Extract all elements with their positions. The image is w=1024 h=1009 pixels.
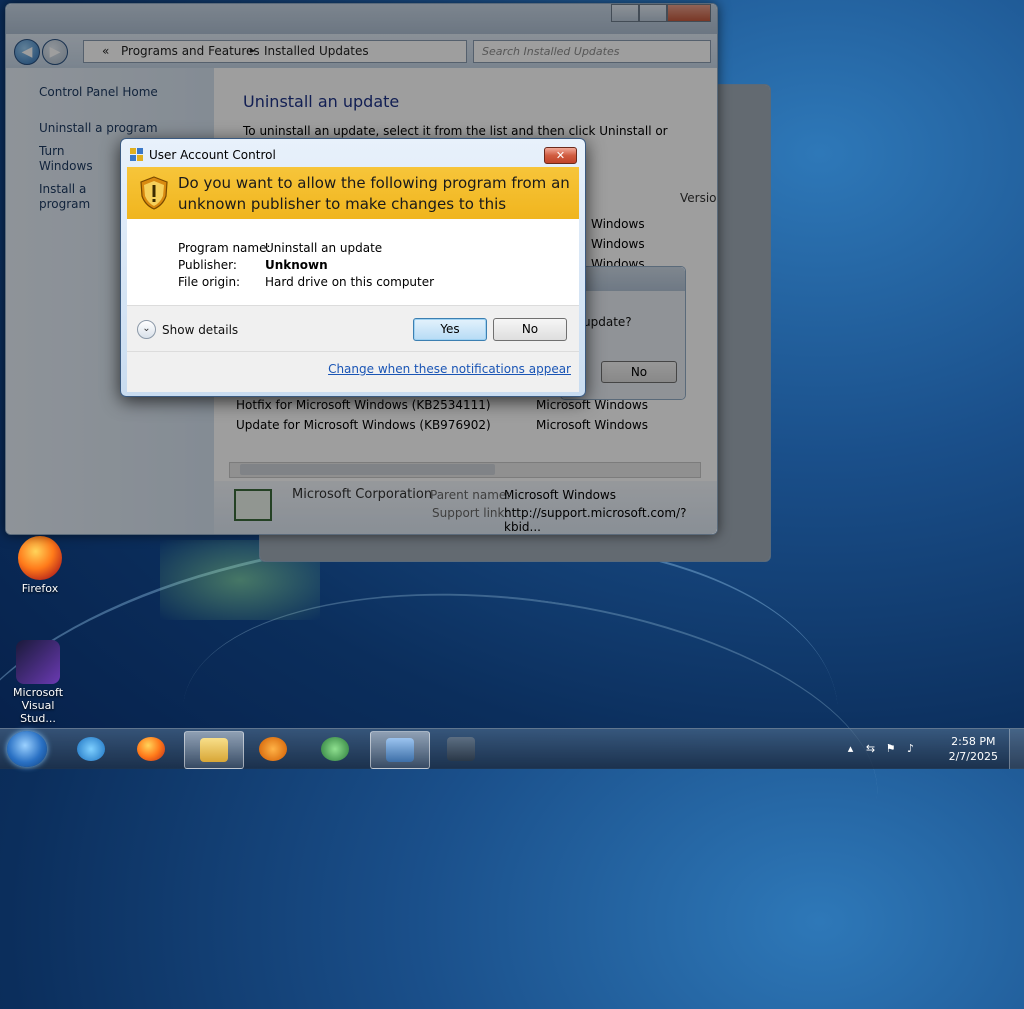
file-origin-value: Hard drive on this computer	[265, 275, 435, 289]
scrollbar-thumb[interactable]	[240, 464, 495, 475]
network-icon	[447, 737, 475, 761]
close-button[interactable]	[667, 4, 711, 22]
details-parent-label: Parent name:	[430, 488, 511, 502]
chevron-down-icon: ⌄	[137, 320, 156, 339]
taskbar-network[interactable]	[432, 731, 490, 767]
taskbar: ▴ ⇆ ⚑ ♪ 2:58 PM 2/7/2025	[0, 728, 1024, 769]
link-windows-features[interactable]: Turn Windows features on or off	[39, 144, 119, 174]
breadcrumb-separator: ►	[250, 46, 257, 55]
update-name: Update for Microsoft Windows (KB976902)	[236, 418, 491, 432]
system-tray: ▴ ⇆ ⚑ ♪ 2:58 PM 2/7/2025	[834, 729, 1024, 769]
visual-studio-icon	[16, 640, 60, 684]
maximize-button[interactable]	[639, 4, 667, 22]
clock-time: 2:58 PM	[951, 735, 996, 748]
start-button[interactable]	[7, 731, 47, 767]
details-parent-value: Microsoft Windows	[504, 488, 616, 502]
uac-shield-icon	[130, 148, 143, 161]
uac-banner: Do you want to allow the following progr…	[127, 167, 579, 234]
address-bar[interactable]: « Programs and Features ► Installed Upda…	[83, 40, 467, 63]
media-player-icon	[259, 737, 287, 761]
taskbar-media-player[interactable]	[244, 731, 302, 767]
desktop-icon-firefox[interactable]: Firefox	[5, 536, 75, 595]
taskbar-control-panel[interactable]	[370, 731, 430, 769]
publisher-value: Unknown	[265, 258, 328, 272]
search-input[interactable]: Search Installed Updates	[473, 40, 711, 63]
update-icon	[234, 489, 272, 521]
action-center-icon[interactable]: ⚑	[884, 742, 897, 755]
link-uninstall-program[interactable]: Uninstall a program	[39, 121, 158, 136]
column-header-version[interactable]: Versio	[680, 191, 717, 205]
navigation-bar: ◀ ▶ « Programs and Features ► Installed …	[6, 34, 717, 68]
control-panel-icon	[386, 738, 414, 762]
uac-caption: User Account Control ✕	[121, 139, 585, 167]
taskbar-firefox[interactable]	[122, 731, 180, 767]
caption-buttons	[611, 4, 711, 22]
change-notifications-link[interactable]: Change when these notifications appear	[328, 362, 571, 376]
details-support-link[interactable]: http://support.microsoft.com/?kbid...	[504, 506, 717, 534]
update-program: Microsoft Windows	[536, 418, 648, 432]
forward-button[interactable]: ▶	[42, 39, 68, 65]
warning-shield-icon	[140, 176, 168, 210]
minimize-button[interactable]	[611, 4, 639, 22]
uac-footer: Change when these notifications appear	[127, 351, 579, 392]
firefox-icon	[137, 737, 165, 761]
program-name-value: Uninstall an update	[265, 241, 383, 255]
program-name-label: Program name:	[178, 241, 271, 255]
breadcrumb-installed-updates[interactable]: Installed Updates	[264, 44, 369, 58]
taskbar-file-explorer[interactable]	[184, 731, 244, 769]
uac-dialog: User Account Control ✕ Do you want to al…	[120, 138, 586, 397]
table-cell: Windows	[591, 237, 645, 251]
uac-details: Program name: Uninstall an update Publis…	[127, 219, 579, 305]
details-support-label: Support link:	[432, 506, 509, 520]
taskbar-internet-explorer[interactable]	[62, 731, 120, 767]
show-details-toggle[interactable]: ⌄ Show details	[137, 320, 238, 339]
back-button[interactable]: ◀	[14, 39, 40, 65]
taskbar-media-center[interactable]	[306, 731, 364, 767]
search-placeholder: Search Installed Updates	[482, 45, 620, 58]
details-pane: Microsoft Corporation Parent name: Micro…	[214, 481, 717, 534]
uac-actions: ⌄ Show details Yes No	[127, 305, 579, 352]
show-desktop-button[interactable]	[1009, 729, 1024, 769]
volume-icon[interactable]: ♪	[904, 742, 917, 755]
media-center-icon	[321, 737, 349, 761]
clock-date: 2/7/2025	[948, 750, 998, 763]
publisher-label: Publisher:	[178, 258, 237, 272]
desktop-icon-visual-studio[interactable]: Microsoft Visual Stud...	[3, 640, 73, 725]
clock[interactable]: 2:58 PM 2/7/2025	[949, 734, 998, 764]
table-cell: Windows	[591, 217, 645, 231]
firefox-icon	[18, 536, 62, 580]
internet-explorer-icon	[77, 737, 105, 761]
uac-close-button[interactable]: ✕	[544, 147, 577, 164]
link-install-from-network[interactable]: Install a program from the network	[39, 182, 121, 212]
yes-button[interactable]: Yes	[413, 318, 487, 341]
horizontal-scrollbar[interactable]	[229, 462, 701, 478]
uac-title: User Account Control	[149, 148, 276, 162]
tray-expand-icon[interactable]: ▴	[844, 742, 857, 755]
window-caption	[6, 4, 717, 34]
file-origin-label: File origin:	[178, 275, 241, 289]
details-publisher: Microsoft Corporation	[292, 487, 433, 502]
link-control-panel-home[interactable]: Control Panel Home	[39, 85, 158, 100]
show-details-label: Show details	[162, 322, 239, 337]
network-tray-icon[interactable]: ⇆	[864, 742, 877, 755]
desktop-icon-label: Microsoft Visual Stud...	[12, 686, 64, 725]
breadcrumb-programs-and-features[interactable]: Programs and Features	[121, 44, 260, 58]
page-title: Uninstall an update	[243, 92, 400, 111]
update-name: Hotfix for Microsoft Windows (KB2534111)	[236, 398, 491, 412]
folder-icon	[200, 738, 228, 762]
desktop-icon-label: Firefox	[21, 582, 59, 595]
no-button[interactable]: No	[493, 318, 567, 341]
breadcrumb-chevron: «	[102, 44, 110, 58]
update-program: Microsoft Windows	[536, 398, 648, 412]
